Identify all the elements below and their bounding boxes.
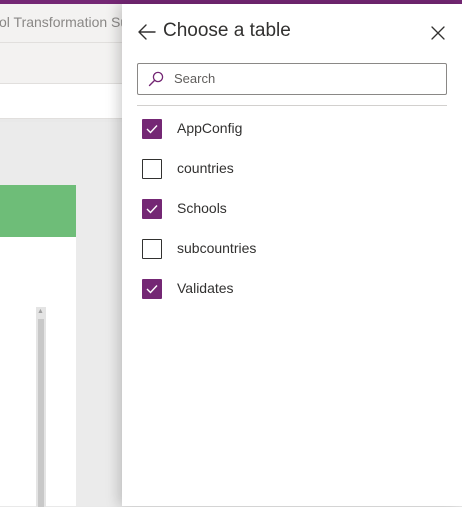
checkbox[interactable] bbox=[142, 199, 162, 219]
checkbox[interactable] bbox=[142, 279, 162, 299]
choose-table-panel: Choose a table AppConfig countries bbox=[122, 4, 462, 506]
table-item-label: subcountries bbox=[177, 240, 257, 256]
table-item-label: Schools bbox=[177, 200, 227, 216]
close-icon bbox=[431, 26, 445, 40]
table-item-label: AppConfig bbox=[177, 120, 243, 136]
table-list: AppConfig countries Schools subcountries… bbox=[122, 109, 462, 309]
search-box[interactable] bbox=[137, 63, 447, 95]
checkmark-icon bbox=[146, 125, 158, 134]
scroll-thumb[interactable] bbox=[38, 319, 44, 507]
table-item-schools[interactable]: Schools bbox=[122, 189, 462, 229]
search-icon bbox=[148, 71, 164, 87]
divider bbox=[137, 105, 447, 106]
scroll-up-icon[interactable]: ▲ bbox=[37, 308, 44, 315]
table-item-label: countries bbox=[177, 160, 234, 176]
screen-header bbox=[0, 185, 76, 237]
search-input[interactable] bbox=[174, 64, 440, 92]
table-item-countries[interactable]: countries bbox=[122, 149, 462, 189]
checkmark-icon bbox=[146, 285, 158, 294]
close-button[interactable] bbox=[428, 23, 448, 43]
panel-header: Choose a table bbox=[122, 4, 462, 60]
checkbox[interactable] bbox=[142, 159, 162, 179]
arrow-left-icon bbox=[138, 24, 156, 40]
checkbox[interactable] bbox=[142, 239, 162, 259]
table-item-label: Validates bbox=[177, 280, 234, 296]
checkmark-icon bbox=[146, 205, 158, 214]
table-item-subcountries[interactable]: subcountries bbox=[122, 229, 462, 269]
app-screen-preview: ▲ bbox=[0, 185, 76, 507]
preview-scrollbar[interactable]: ▲ bbox=[36, 307, 46, 507]
checkbox[interactable] bbox=[142, 119, 162, 139]
app-title: ol Transformation Su bbox=[0, 14, 129, 30]
back-button[interactable] bbox=[136, 21, 158, 43]
table-item-appconfig[interactable]: AppConfig bbox=[122, 109, 462, 149]
panel-title: Choose a table bbox=[163, 20, 291, 41]
table-item-validates[interactable]: Validates bbox=[122, 269, 462, 309]
